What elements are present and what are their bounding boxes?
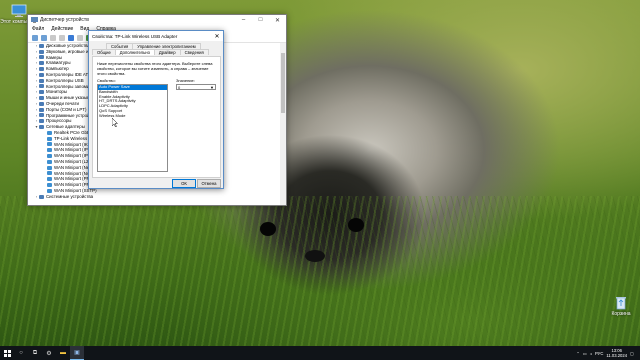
properties-icon[interactable] [50,34,56,41]
forward-arrow-icon[interactable] [41,34,47,41]
device-category-icon [39,49,44,54]
device-category-icon [39,84,44,89]
clock-date: 11.03.2024 [606,353,628,358]
search-button[interactable]: ○ [14,346,28,360]
vertical-scrollbar[interactable] [280,43,286,205]
device-manager-title: Диспетчер устройств [40,17,89,23]
help-icon[interactable] [68,34,74,41]
device-category-icon [39,78,44,83]
network-adapter-icon [47,165,52,170]
volume-icon[interactable]: ◃ [590,351,592,356]
minimize-button[interactable]: – [235,15,252,25]
network-adapter-icon [47,159,52,164]
task-view-icon: ⧉ [32,349,38,356]
device-category-icon [39,67,44,72]
device-manager-titlebar[interactable]: Диспетчер устройств – □ ✕ [28,15,286,25]
device-category-icon [39,194,44,199]
menu-file[interactable]: Файл [32,26,44,32]
network-adapter-icon [47,130,52,135]
recycle-bin-icon [616,297,626,310]
network-adapter-icon [47,183,52,188]
grass-overlay [0,196,640,346]
device-manager-taskbar-button[interactable]: ▣ [70,346,84,360]
value-dropdown[interactable]: 0 ▼ [176,84,216,90]
gear-icon: ⚙ [46,350,52,357]
settings-taskbar-button[interactable]: ⚙ [42,346,56,360]
list-icon[interactable] [59,34,65,41]
device-category-icon [39,61,44,66]
dialog-title: Свойства: TP-Link Wireless USB Adapter [92,33,178,39]
dialog-titlebar[interactable]: Свойства: TP-Link Wireless USB Adapter ✕ [89,31,223,41]
network-adapter-icon [47,154,52,159]
advanced-description: Ниже перечислены свойства этого адаптера… [97,61,213,76]
chevron-down-icon: ▼ [210,85,214,90]
properties-dialog: Свойства: TP-Link Wireless USB Adapter ✕… [88,30,224,189]
device-category-icon [39,125,44,130]
device-manager-icon: ▣ [74,350,80,356]
back-arrow-icon[interactable] [32,34,38,41]
network-adapter-icon [47,142,52,147]
desktop-icon-recycle-bin[interactable]: Корзина [602,296,640,317]
task-view-button[interactable]: ⧉ [28,346,42,360]
tab-details[interactable]: Сведения [179,49,209,55]
search-icon: ○ [19,350,23,356]
device-category-icon [39,55,44,60]
ok-button[interactable]: ОК [172,179,196,188]
network-icon[interactable]: ▭ [583,351,587,356]
device-category-icon [39,43,44,48]
device-category-icon [39,101,44,106]
device-manager-icon [31,17,38,23]
show-hidden-icons-icon[interactable]: ⌃ [576,351,580,356]
notifications-icon[interactable]: ▢ [630,351,634,356]
scrollbar-thumb[interactable] [281,53,285,113]
windows-logo-icon [3,349,11,357]
system-tray: ⌃ ▭ ◃ РУС 13:06 11.03.2024 ▢ [576,348,640,358]
device-category-icon [39,90,44,95]
tree-item[interactable]: › Системные устройства [28,194,280,200]
property-label: Свойство: [97,78,116,83]
explorer-taskbar-button[interactable]: ▬ [56,346,70,360]
taskbar: ○ ⧉ ⚙ ▬ ▣ ⌃ ▭ ◃ РУС 13:06 11.03.2024 ▢ [0,346,640,360]
device-category-icon [39,72,44,77]
dialog-close-button[interactable]: ✕ [211,33,223,40]
property-list-item[interactable]: Wireless Mode [98,113,167,119]
network-adapter-icon [47,148,52,153]
menu-action[interactable]: Действие [51,26,73,32]
hedgehog-nose [305,250,325,262]
property-list[interactable]: Auto Power Save Bandwidth Enable Adaptivit… [97,84,168,172]
network-adapter-icon [47,177,52,182]
network-adapter-icon [47,188,52,193]
computer-icon [11,4,27,17]
clock[interactable]: 13:06 11.03.2024 [606,348,627,358]
device-category-icon [39,113,44,118]
start-button[interactable] [0,346,14,360]
folder-icon: ▬ [60,350,66,356]
hedgehog-eye [260,222,276,236]
cancel-button[interactable]: Отмена [197,179,221,188]
device-category-icon [39,96,44,101]
advanced-panel: Ниже перечислены свойства этого адаптера… [92,56,221,178]
value-dropdown-text: 0 [178,85,181,90]
tree-item-label: Системные устройства [46,193,94,199]
desktop-icon-label: Корзина [611,311,631,317]
tab-general[interactable]: Общие [92,49,116,55]
maximize-button[interactable]: □ [252,15,269,25]
network-adapter-icon [47,171,52,176]
network-adapter-icon [47,136,52,141]
view-icon[interactable] [77,34,83,41]
tab-driver[interactable]: Драйвер [153,49,181,55]
tab-advanced[interactable]: Дополнительно [114,49,155,55]
mouse-cursor-icon [112,118,118,127]
language-indicator[interactable]: РУС [595,351,603,356]
close-button[interactable]: ✕ [269,15,286,25]
device-category-icon [39,107,44,112]
hedgehog-eye [348,218,364,232]
dialog-tabs: События Управление электропитанием Общие… [92,43,220,55]
device-category-icon [39,119,44,124]
value-label: Значение: [176,78,195,83]
